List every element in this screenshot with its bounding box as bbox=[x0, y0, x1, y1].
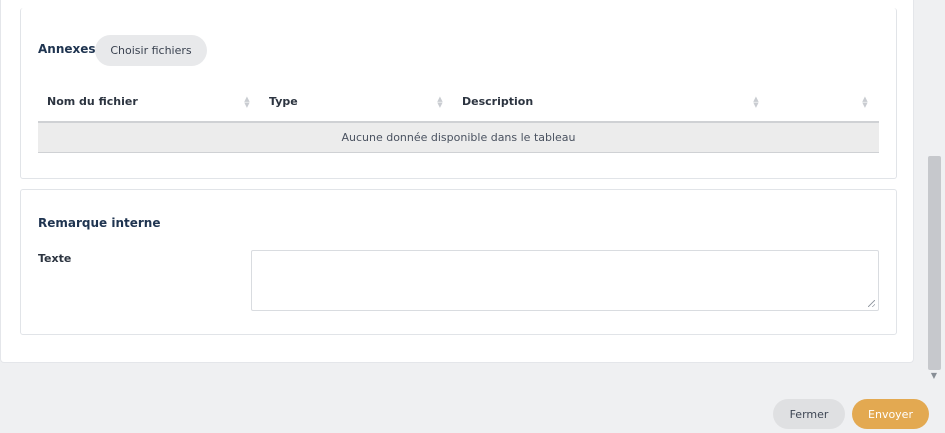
column-header-filename[interactable]: Nom du fichier bbox=[47, 92, 138, 121]
scroll-down-arrow-icon[interactable]: ▼ bbox=[929, 372, 939, 380]
table-empty-row: Aucune donnée disponible dans le tableau bbox=[38, 121, 879, 153]
sort-icon[interactable]: ▲ ▼ bbox=[753, 96, 759, 109]
sort-icon[interactable]: ▲ ▼ bbox=[244, 96, 250, 109]
attachments-table: Nom du fichier ▲ ▼ Type ▲ ▼ Description ▲ ▼… bbox=[38, 92, 879, 153]
close-button[interactable]: Fermer bbox=[773, 399, 845, 429]
text-area[interactable] bbox=[251, 250, 879, 311]
annexes-card: Annexes Choisir fichiers Nom du fichier … bbox=[20, 8, 897, 179]
scrollbar-thumb[interactable] bbox=[928, 156, 941, 370]
internal-remark-title: Remarque interne bbox=[38, 216, 161, 230]
column-header-type[interactable]: Type bbox=[269, 92, 298, 121]
internal-remark-card: Remarque interne Texte bbox=[20, 189, 897, 335]
choose-files-button[interactable]: Choisir fichiers bbox=[95, 35, 207, 66]
sort-icon[interactable]: ▲ ▼ bbox=[862, 96, 868, 109]
resize-grip-icon[interactable] bbox=[868, 300, 875, 307]
text-field-label: Texte bbox=[38, 252, 72, 265]
sort-icon[interactable]: ▲ ▼ bbox=[437, 96, 443, 109]
send-button[interactable]: Envoyer bbox=[852, 399, 929, 429]
modal-body: Annexes Choisir fichiers Nom du fichier … bbox=[0, 0, 914, 363]
table-header: Nom du fichier ▲ ▼ Type ▲ ▼ Description ▲ ▼… bbox=[38, 92, 879, 121]
annexes-title: Annexes bbox=[38, 42, 96, 56]
column-header-description[interactable]: Description bbox=[462, 92, 533, 121]
